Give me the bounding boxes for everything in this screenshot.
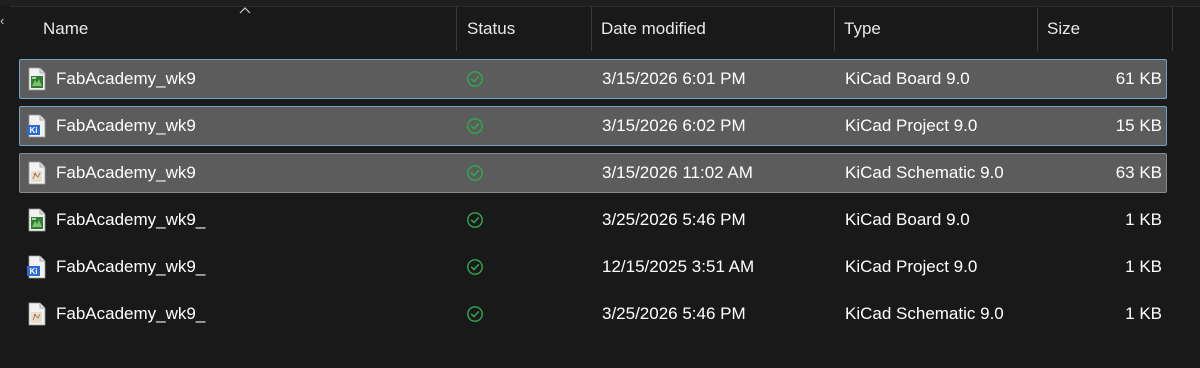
- file-type: KiCad Project 9.0: [845, 257, 978, 276]
- column-header-name[interactable]: Name: [34, 7, 456, 51]
- file-row[interactable]: Ki FabAcademy_wk9 3/15/2026 6:02 PM KiCad P…: [19, 106, 1167, 146]
- file-type: KiCad Schematic 9.0: [845, 163, 1004, 182]
- sync-status-check-icon: [467, 306, 483, 322]
- file-name[interactable]: FabAcademy_wk9: [56, 107, 196, 145]
- file-row[interactable]: FabAcademy_wk9 3/15/2026 6:01 PM KiCad Boa…: [19, 59, 1167, 99]
- file-name[interactable]: FabAcademy_wk9_: [56, 248, 205, 286]
- file-name[interactable]: FabAcademy_wk9_: [56, 295, 205, 333]
- file-size: 1 KB: [1125, 304, 1162, 323]
- file-date-modified: 3/25/2026 5:46 PM: [602, 304, 746, 323]
- svg-text:Ki: Ki: [30, 126, 38, 135]
- kicad-board-icon: [26, 208, 48, 232]
- file-type: KiCad Board 9.0: [845, 210, 970, 229]
- file-type: KiCad Schematic 9.0: [845, 304, 1004, 323]
- file-date-modified: 3/15/2026 6:02 PM: [602, 116, 746, 135]
- file-name[interactable]: FabAcademy_wk9_: [56, 201, 205, 239]
- kicad-project-icon: Ki: [26, 114, 48, 138]
- column-divider[interactable]: [456, 7, 457, 51]
- column-header-size[interactable]: Size: [1038, 7, 1172, 51]
- sync-status-check-icon: [467, 212, 483, 228]
- column-header-date-modified[interactable]: Date modified: [592, 7, 834, 51]
- kicad-project-icon: Ki: [26, 255, 48, 279]
- kicad-board-icon: [26, 67, 48, 91]
- file-size: 1 KB: [1125, 210, 1162, 229]
- sync-status-check-icon: [467, 71, 483, 87]
- file-type: KiCad Project 9.0: [845, 116, 978, 135]
- file-size: 15 KB: [1115, 116, 1162, 135]
- file-date-modified: 12/15/2025 3:51 AM: [602, 257, 755, 276]
- svg-text:Ki: Ki: [30, 267, 38, 276]
- column-divider[interactable]: [1172, 7, 1173, 51]
- kicad-schematic-icon: [26, 161, 48, 185]
- sync-status-check-icon: [467, 165, 483, 181]
- file-date-modified: 3/15/2026 11:02 AM: [602, 163, 753, 182]
- column-header-type[interactable]: Type: [835, 7, 1037, 51]
- file-size: 1 KB: [1125, 257, 1162, 276]
- file-row[interactable]: FabAcademy_wk9_ 3/25/2026 5:46 PM KiCad Bo…: [19, 200, 1167, 240]
- file-size: 61 KB: [1115, 69, 1162, 88]
- file-row[interactable]: FabAcademy_wk9_ 3/25/2026 5:46 PM KiCad Sc…: [19, 294, 1167, 334]
- file-type: KiCad Board 9.0: [845, 69, 970, 88]
- file-date-modified: 3/15/2026 6:01 PM: [602, 69, 746, 88]
- file-name[interactable]: FabAcademy_wk9: [56, 60, 196, 98]
- sync-status-check-icon: [467, 259, 483, 275]
- file-row[interactable]: FabAcademy_wk9 3/15/2026 11:02 AM KiCad Sc…: [19, 153, 1167, 193]
- file-row[interactable]: Ki FabAcademy_wk9_ 12/15/2025 3:51 AM KiCad…: [19, 247, 1167, 287]
- column-header-row: Name Status Date modified Type Size: [0, 7, 1200, 51]
- file-name[interactable]: FabAcademy_wk9: [56, 154, 196, 192]
- kicad-schematic-icon: [26, 302, 48, 326]
- file-size: 63 KB: [1115, 163, 1162, 182]
- sync-status-check-icon: [467, 118, 483, 134]
- column-header-status[interactable]: Status: [458, 7, 591, 51]
- file-date-modified: 3/25/2026 5:46 PM: [602, 210, 746, 229]
